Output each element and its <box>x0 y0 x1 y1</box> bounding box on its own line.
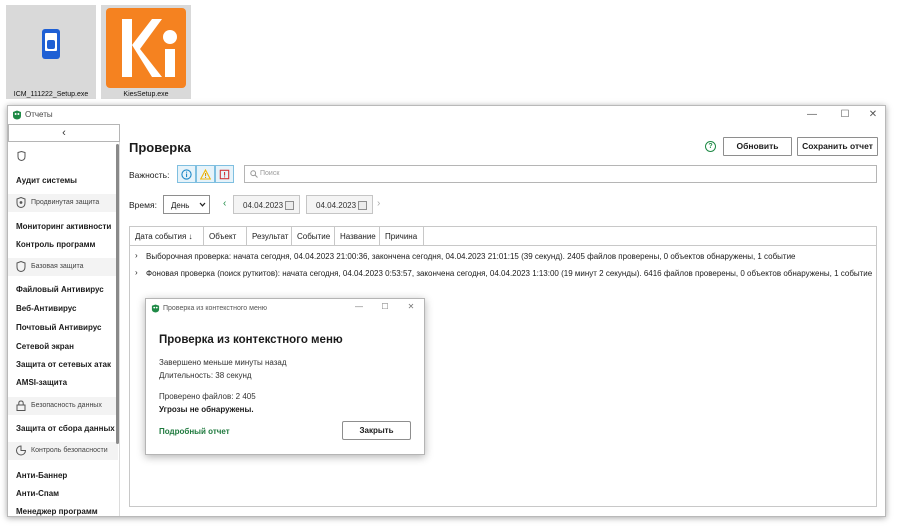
icm-setup-icon <box>9 7 93 91</box>
desktop-icon-label: KiesSetup.exe <box>123 91 169 98</box>
sidebar-item-mail-antivirus[interactable]: Почтовый Антивирус <box>16 323 101 332</box>
dialog-minimize-button[interactable]: — <box>349 302 369 314</box>
dialog-close-icon[interactable]: ✕ <box>401 302 421 314</box>
sidebar-item-app-control[interactable]: Контроль программ <box>16 240 95 249</box>
dialog-heading: Проверка из контекстного меню <box>159 334 343 346</box>
search-placeholder: Поиск <box>260 170 280 177</box>
threats-status-text: Угрозы не обнаружены. <box>159 405 254 414</box>
kaspersky-app-icon <box>13 110 21 120</box>
info-icon <box>181 169 192 180</box>
severity-warning-toggle[interactable] <box>196 165 215 183</box>
sidebar-item-network-attack[interactable]: Защита от сетевых атак <box>16 360 111 369</box>
dialog-window-title: Проверка из контекстного меню <box>163 305 267 312</box>
title-bar[interactable]: Отчеты — ☐ ✕ <box>8 106 885 124</box>
desktop-icon-label: ICM_111222_Setup.exe <box>13 91 89 98</box>
security-control-icon <box>16 445 26 456</box>
kies-setup-icon <box>106 8 186 88</box>
sidebar-collapse-button[interactable]: ‹ <box>8 124 120 142</box>
close-button[interactable]: ✕ <box>859 107 887 123</box>
column-header[interactable]: Название <box>335 227 380 246</box>
time-label: Время: <box>129 200 157 210</box>
sidebar-group-basic: Базовая защита <box>8 258 118 276</box>
critical-icon <box>219 169 230 180</box>
calendar-icon[interactable] <box>358 201 367 210</box>
warning-icon <box>200 169 211 180</box>
sidebar-scrollbar[interactable] <box>116 144 120 516</box>
severity-critical-toggle[interactable] <box>215 165 234 183</box>
column-header[interactable]: Дата события ↓ <box>130 227 204 246</box>
search-input[interactable]: Поиск <box>244 165 877 183</box>
maximize-button[interactable]: ☐ <box>831 107 859 123</box>
expand-chevron-icon[interactable]: › <box>135 268 138 277</box>
date-to-value: 04.04.2023 <box>316 201 357 210</box>
refresh-button[interactable]: Обновить <box>723 137 792 156</box>
reports-window: Отчеты — ☐ ✕ ‹ Аудит системы Продвинутая… <box>7 105 886 517</box>
desktop-icon-icm-setup[interactable]: ICM_111222_Setup.exe <box>6 5 96 99</box>
minimize-button[interactable]: — <box>798 107 826 123</box>
sidebar-group-advanced: Продвинутая защита <box>8 194 118 212</box>
files-scanned-text: Проверено файлов: 2 405 <box>159 392 256 401</box>
sidebar-group-data-security: Безопасность данных <box>8 397 118 415</box>
column-header[interactable]: Причина <box>380 227 424 246</box>
help-icon[interactable]: ? <box>705 141 716 152</box>
detailed-report-link[interactable]: Подробный отчет <box>159 427 230 436</box>
close-button[interactable]: Закрыть <box>342 421 411 440</box>
date-from-value: 04.04.2023 <box>243 201 284 210</box>
sidebar-group-label: Безопасность данных <box>31 402 102 409</box>
sidebar-item-file-antivirus[interactable]: Файловый Антивирус <box>16 285 104 294</box>
sidebar-item-anti-banner[interactable]: Анти-Баннер <box>16 471 67 480</box>
column-header[interactable]: Событие <box>292 227 335 246</box>
scan-result-dialog: Проверка из контекстного меню — ☐ ✕ Пров… <box>145 298 425 455</box>
page-title: Проверка <box>129 140 191 155</box>
sidebar-scrollbar-thumb[interactable] <box>116 144 119 444</box>
duration-text: Длительность: 38 секунд <box>159 371 252 380</box>
kaspersky-app-icon <box>151 304 160 313</box>
completion-time-text: Завершено меньше минуты назад <box>159 358 287 367</box>
dialog-maximize-button[interactable]: ☐ <box>375 302 395 314</box>
sidebar-group-security-control: Контроль безопасности <box>8 442 118 460</box>
shield-lock-icon <box>16 197 26 208</box>
sidebar: ‹ Аудит системы Продвинутая защита Монит… <box>8 124 120 516</box>
row-text: Фоновая проверка (поиск руткитов): начат… <box>146 269 873 278</box>
period-value: День <box>171 201 190 210</box>
table-row[interactable]: › Выборочная проверка: начата сегодня, 0… <box>130 248 876 264</box>
sidebar-group-label: Контроль безопасности <box>31 447 108 454</box>
next-period-button[interactable]: › <box>377 199 380 209</box>
lock-icon <box>16 400 26 411</box>
sidebar-item-audit[interactable]: Аудит системы <box>16 176 77 185</box>
calendar-icon[interactable] <box>285 201 294 210</box>
desktop-icon-kies-setup[interactable]: KiesSetup.exe <box>101 5 191 99</box>
sidebar-item-amsi[interactable]: AMSI-защита <box>16 378 67 387</box>
sidebar-item-anti-spam[interactable]: Анти-Спам <box>16 489 59 498</box>
period-dropdown[interactable]: День <box>163 195 210 214</box>
sidebar-item-app-manager[interactable]: Менеджер программ <box>16 507 98 516</box>
sidebar-item-activity-monitor[interactable]: Мониторинг активности <box>16 222 111 231</box>
row-text: Выборочная проверка: начата сегодня, 04.… <box>146 252 796 261</box>
chevron-down-icon <box>199 202 206 207</box>
severity-info-toggle[interactable] <box>177 165 196 183</box>
prev-period-button[interactable]: ‹ <box>223 199 226 209</box>
save-report-button[interactable]: Сохранить отчет <box>797 137 878 156</box>
column-header[interactable]: Объект <box>204 227 247 246</box>
shield-icon <box>16 261 26 272</box>
shield-icon <box>17 151 26 161</box>
sidebar-item-firewall[interactable]: Сетевой экран <box>16 342 74 351</box>
sidebar-item-web-antivirus[interactable]: Веб-Антивирус <box>16 304 77 313</box>
column-header[interactable]: Результат <box>247 227 292 246</box>
severity-label: Важность: <box>129 170 170 180</box>
table-row[interactable]: › Фоновая проверка (поиск руткитов): нач… <box>130 265 876 281</box>
search-icon <box>250 170 258 178</box>
sidebar-item-data-collection[interactable]: Защита от сбора данных <box>16 424 115 433</box>
expand-chevron-icon[interactable]: › <box>135 251 138 260</box>
window-title: Отчеты <box>25 110 53 119</box>
date-to-field[interactable]: 04.04.2023 <box>306 195 373 214</box>
table-header: Дата события ↓ Объект Результат Событие … <box>130 227 876 246</box>
sidebar-group-label: Базовая защита <box>31 263 84 270</box>
date-from-field[interactable]: 04.04.2023 <box>233 195 300 214</box>
sidebar-group-label: Продвинутая защита <box>31 199 100 206</box>
